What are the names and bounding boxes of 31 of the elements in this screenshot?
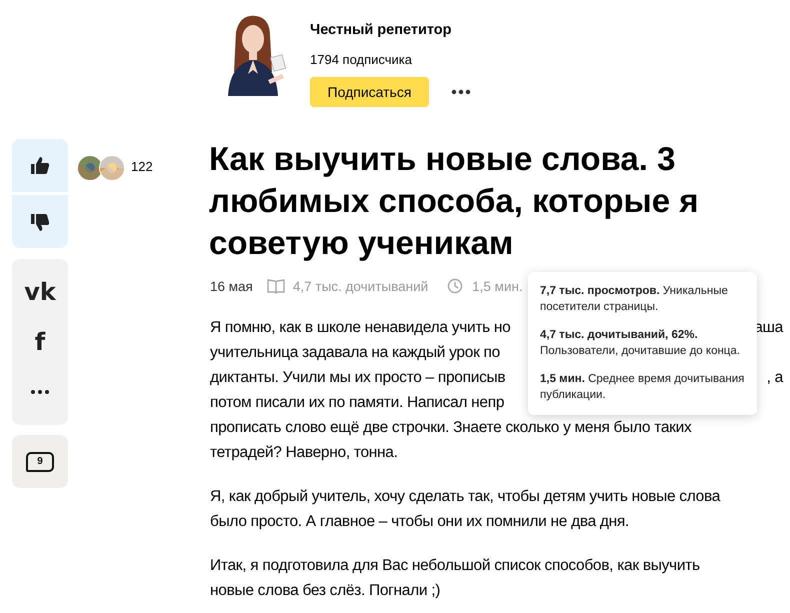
likes-count: 122 bbox=[131, 159, 153, 174]
paragraph-text: прописать слово ещё две строчки. Знаете сколько у меня было таких bbox=[210, 418, 692, 438]
share-button[interactable]: f bbox=[12, 317, 68, 367]
tooltip-text: 4,7 тыс. дочитываний, 62%. Пользователи, дочитавшие до конца. bbox=[540, 328, 741, 359]
thumbs-down-icon bbox=[30, 212, 50, 232]
clock-icon bbox=[446, 278, 464, 294]
paragraph-text: диктанты. Учили мы их просто – прописыв bbox=[210, 368, 506, 388]
thumbs-up-icon bbox=[30, 156, 50, 176]
article-title: Как выучить новые слова. 3 любимых способа, которые я советую ученикам bbox=[209, 139, 700, 263]
read-time: 1,5 мин. bbox=[472, 278, 523, 294]
paragraph-text: новые слова без слёз. Погнали ;) bbox=[210, 581, 440, 601]
tooltip-text: 7,7 тыс. просмотров. Уникальные посетители страницы. bbox=[540, 284, 729, 315]
reads-count: 4,7 тыс. дочитываний bbox=[292, 278, 428, 294]
subscriber-count: 1794 подписчика bbox=[310, 52, 413, 67]
comments-button[interactable]: 9 bbox=[12, 435, 68, 488]
more-icon[interactable] bbox=[451, 89, 471, 95]
more-icon bbox=[31, 390, 49, 394]
paragraph-text: Я, как добрый учитель, хочу сделать так, чтобы детям учить новые слова bbox=[210, 487, 720, 507]
paragraph-text: потом писали их по памяти. Написал непр bbox=[210, 393, 504, 413]
publish-date: 16 мая bbox=[210, 278, 253, 294]
paragraph-text: учительница задавала на каждый урок по bbox=[210, 343, 500, 363]
paragraph-text: Итак, я подготовила для Вас небольшой список способов, как выучить bbox=[210, 556, 700, 576]
tooltip-text: 1,5 мин. Среднее время дочитывания публикации. bbox=[540, 372, 746, 403]
paragraph-text: тетрадей? Наверно, тонна. bbox=[210, 443, 398, 463]
paragraph-text: было просто. А главное – чтобы они их помнили не два дня. bbox=[210, 512, 630, 532]
book-icon bbox=[266, 278, 285, 294]
paragraph-text: Я помню, как в школе ненавидела учить но bbox=[210, 318, 510, 338]
paragraph-text: , а bbox=[766, 368, 783, 388]
subscribe-button[interactable]: Подписаться bbox=[310, 77, 429, 107]
share-button[interactable]: vk bbox=[12, 267, 68, 317]
channel-name[interactable]: Честный репетитор bbox=[310, 22, 471, 38]
